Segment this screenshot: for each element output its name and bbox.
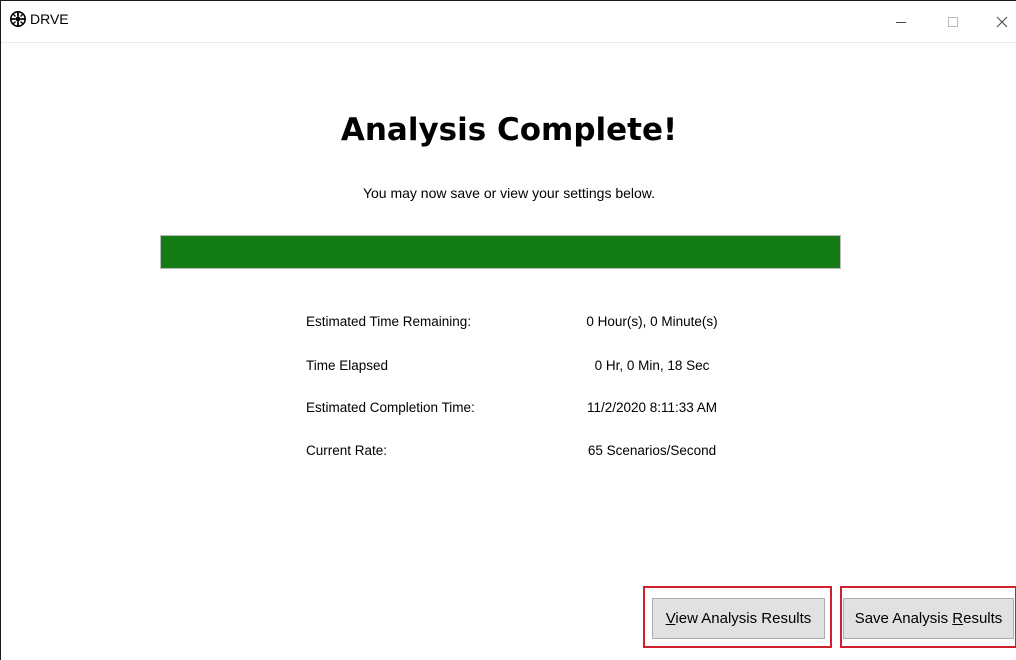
title-bar[interactable]: DRVE	[1, 1, 1016, 43]
window-title: DRVE	[30, 11, 69, 27]
stat-value-completion-time: 11/2/2020 8:11:33 AM	[586, 400, 718, 415]
maximize-icon	[948, 17, 958, 27]
maximize-button[interactable]	[930, 7, 976, 37]
stat-value-time-elapsed: 0 Hr, 0 Min, 18 Sec	[594, 358, 710, 373]
stat-label-completion-time: Estimated Completion Time:	[306, 400, 475, 415]
minimize-icon	[896, 22, 906, 23]
close-icon	[996, 16, 1008, 28]
page-subtitle: You may now save or view your settings b…	[362, 185, 656, 201]
close-button[interactable]	[979, 7, 1016, 37]
minimize-button[interactable]	[878, 7, 924, 37]
stat-value-current-rate: 65 Scenarios/Second	[587, 443, 717, 458]
stat-label-current-rate: Current Rate:	[306, 443, 388, 458]
stat-label-time-remaining: Estimated Time Remaining:	[306, 314, 472, 329]
stat-label-time-elapsed: Time Elapsed	[306, 358, 389, 373]
stat-value-time-remaining: 0 Hour(s), 0 Minute(s)	[586, 314, 718, 329]
view-button-label: View Analysis Results	[665, 610, 812, 627]
app-window: DRVE Analysis Complete! You may now save…	[0, 0, 1016, 660]
page-title: Analysis Complete!	[340, 112, 678, 148]
drve-app-icon	[10, 11, 26, 27]
save-button-label: Save Analysis Results	[854, 610, 1003, 627]
save-analysis-results-button[interactable]: Save Analysis Results	[843, 598, 1014, 639]
progress-bar	[160, 235, 841, 269]
view-analysis-results-button[interactable]: View Analysis Results	[652, 598, 825, 639]
progress-bar-fill	[161, 236, 840, 268]
